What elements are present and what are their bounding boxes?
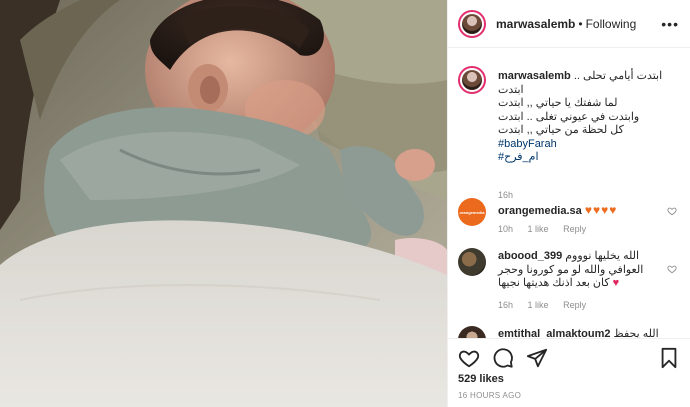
post-photo[interactable] xyxy=(0,0,447,407)
comment-time[interactable]: 16h xyxy=(498,300,513,310)
bookmark-icon[interactable] xyxy=(659,347,679,369)
commenter-username[interactable]: aboood_399 xyxy=(498,250,562,262)
commenter-avatar[interactable]: orangemedia xyxy=(458,198,486,226)
comment-heart-emoji: ♥ xyxy=(612,277,620,289)
reply-button[interactable]: Reply xyxy=(563,300,586,310)
commenter-username[interactable]: emtithal_almaktoum2 xyxy=(498,328,610,338)
caption-line-2: لما شفتك يا حياتي ,, ابتدت xyxy=(498,97,618,109)
comment-body: orangemedia.sa ♥♥♥♥ xyxy=(498,203,660,219)
comment-icon[interactable] xyxy=(492,347,514,369)
comment-likes[interactable]: 1 like xyxy=(528,300,549,310)
caption-time[interactable]: 16h xyxy=(498,190,513,200)
caption-username[interactable]: marwasalemb xyxy=(498,70,571,82)
commenter-avatar[interactable] xyxy=(458,326,486,338)
comment-meta: 16h 1 like Reply xyxy=(498,300,598,310)
post-actions: 529 likes 16 HOURS AGO xyxy=(448,338,690,407)
follow-status-button[interactable]: Following xyxy=(586,17,637,31)
comment-likes[interactable]: 1 like xyxy=(528,224,549,234)
post-side-panel: marwasalemb • Following ••• marwasalemb … xyxy=(447,0,690,407)
caption-line-4: كل لحظة من حياتي ,, ابتدت xyxy=(498,124,624,136)
commenter-avatar-logo: orangemedia xyxy=(459,209,485,215)
hashtag-link[interactable]: #ام_فرح xyxy=(498,151,678,165)
post-timestamp[interactable]: 16 HOURS AGO xyxy=(458,391,521,400)
comments-list[interactable]: marwasalemb ابتدت أيامي تحلى .. ابتدت لم… xyxy=(448,48,690,338)
action-icons xyxy=(458,347,548,369)
more-icon[interactable]: ••• xyxy=(661,16,679,32)
comment-meta: 10h 1 like Reply xyxy=(498,224,598,234)
likes-count[interactable]: 529 likes xyxy=(458,373,504,385)
post-modal: marwasalemb • Following ••• marwasalemb … xyxy=(0,0,690,407)
share-icon[interactable] xyxy=(526,347,548,369)
comment-heart-icon[interactable] xyxy=(667,264,677,274)
commenter-avatar[interactable] xyxy=(458,248,486,276)
reply-button[interactable]: Reply xyxy=(563,224,586,234)
comment-time[interactable]: 10h xyxy=(498,224,513,234)
heart-icon[interactable] xyxy=(458,347,480,369)
comment-body: emtithal_almaktoum2 الله يحفظ xyxy=(498,328,660,338)
commenter-username[interactable]: orangemedia.sa xyxy=(498,205,582,217)
separator-dot: • xyxy=(578,16,583,31)
comment-body: aboood_399 الله يخليها نوووم العوافي وال… xyxy=(498,250,660,291)
bookmark-button[interactable] xyxy=(659,347,679,369)
author-avatar[interactable] xyxy=(458,9,486,38)
caption-text: marwasalemb ابتدت أيامي تحلى .. ابتدت لم… xyxy=(498,70,678,165)
hashtag-link[interactable]: #babyFarah xyxy=(498,138,678,152)
comment-text: ♥♥♥♥ xyxy=(584,203,618,217)
post-header: marwasalemb • Following ••• xyxy=(448,0,690,48)
caption-line-3: وابتدت في عيوني تغلى .. ابتدت xyxy=(498,110,640,123)
caption-avatar[interactable] xyxy=(458,66,486,94)
comment-heart-icon[interactable] xyxy=(667,206,677,216)
comment-text: الله يحفظ xyxy=(613,328,659,338)
author-username[interactable]: marwasalemb xyxy=(496,17,575,31)
